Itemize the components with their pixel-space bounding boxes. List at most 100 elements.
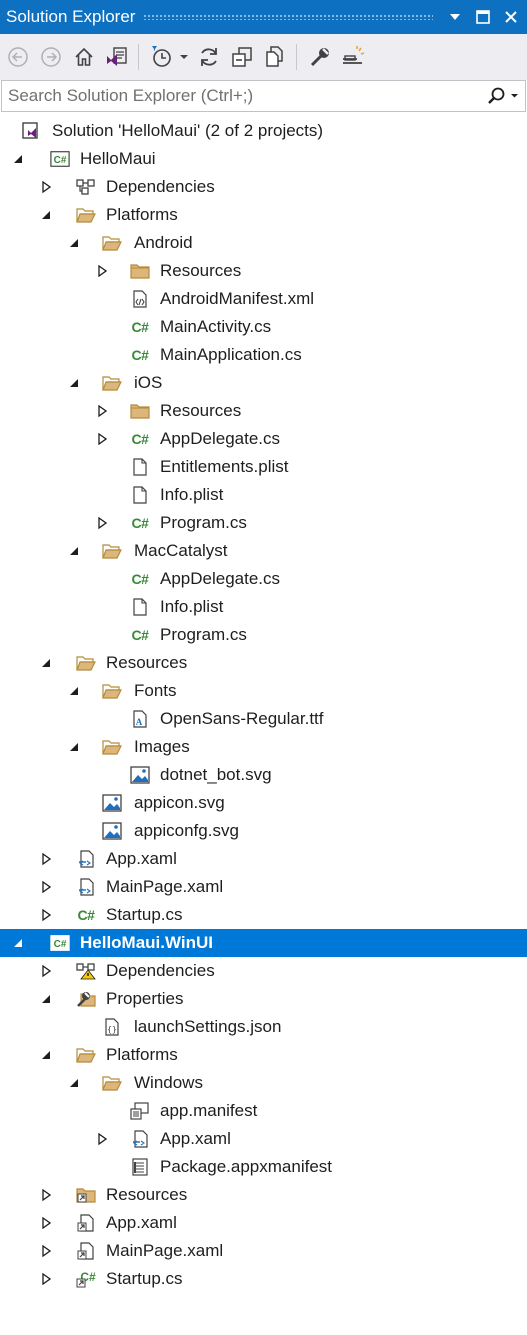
tree-item[interactable]: app.manifest (0, 1097, 527, 1125)
expand-arrow-icon[interactable] (94, 257, 110, 285)
tree-item[interactable]: iOS (0, 369, 527, 397)
drag-grip[interactable] (143, 14, 433, 20)
folder-open-icon (102, 234, 122, 252)
tree-item-label: Resources (106, 653, 188, 672)
pending-changes-filter-icon[interactable] (147, 42, 177, 72)
tree-item[interactable]: MacCatalyst (0, 537, 527, 565)
tree-item[interactable]: C# MainApplication.cs (0, 341, 527, 369)
sync-icon[interactable] (194, 42, 224, 72)
expand-arrow-icon[interactable] (38, 873, 54, 901)
preview-icon[interactable] (338, 42, 368, 72)
tree-item[interactable]: appicon.svg (0, 789, 527, 817)
collapse-arrow-icon[interactable] (66, 733, 82, 761)
close-icon[interactable] (499, 5, 523, 29)
expand-arrow-icon[interactable] (38, 845, 54, 873)
svg-text:C#: C# (54, 939, 67, 950)
tree-item[interactable]: Android (0, 229, 527, 257)
tree-item[interactable]: C# AppDelegate.cs (0, 565, 527, 593)
tree-item[interactable]: Images (0, 733, 527, 761)
tree-item-label: Platforms (106, 1045, 178, 1064)
collapse-arrow-icon[interactable] (38, 1041, 54, 1069)
tree-item[interactable]: Info.plist (0, 593, 527, 621)
tree-item[interactable]: C# Startup.cs (0, 1265, 527, 1293)
tree-item[interactable]: Platforms (0, 201, 527, 229)
dropdown-caret-icon[interactable] (177, 42, 191, 72)
tree-item[interactable]: App.xaml (0, 1125, 527, 1153)
json-file-icon: {} (102, 1018, 122, 1036)
expand-arrow-icon[interactable] (94, 397, 110, 425)
tree-item[interactable]: {} launchSettings.json (0, 1013, 527, 1041)
search-input[interactable] (2, 85, 481, 107)
collapse-arrow-icon[interactable] (10, 145, 26, 173)
collapse-arrow-icon[interactable] (38, 201, 54, 229)
tree-item-label: MainPage.xaml (106, 1241, 224, 1260)
font-file-icon: A (130, 710, 150, 728)
tree-item-label: MainPage.xaml (106, 877, 224, 896)
expand-arrow-icon[interactable] (38, 173, 54, 201)
expand-arrow-icon[interactable] (38, 1265, 54, 1293)
tree-item[interactable]: App.xaml (0, 845, 527, 873)
tree-item[interactable]: Resources (0, 1181, 527, 1209)
search-icon[interactable] (481, 82, 525, 110)
collapse-arrow-icon[interactable] (38, 649, 54, 677)
home-icon[interactable] (69, 42, 99, 72)
tree-item[interactable]: C# AppDelegate.cs (0, 425, 527, 453)
tree-item[interactable]: Solution 'HelloMaui' (2 of 2 projects) (0, 117, 527, 145)
tree-item[interactable]: C# MainActivity.cs (0, 313, 527, 341)
collapse-arrow-icon[interactable] (66, 1069, 82, 1097)
tree-item[interactable]: Fonts (0, 677, 527, 705)
tree-item[interactable]: Resources (0, 257, 527, 285)
tree-item[interactable]: Info.plist (0, 481, 527, 509)
show-all-files-icon[interactable] (260, 42, 290, 72)
tree-item[interactable]: MainPage.xaml (0, 873, 527, 901)
tree-item[interactable]: AndroidManifest.xml (0, 285, 527, 313)
tree-item[interactable]: Platforms (0, 1041, 527, 1069)
tree-item[interactable]: Windows (0, 1069, 527, 1097)
back-icon[interactable] (3, 42, 33, 72)
tree-item[interactable]: MainPage.xaml (0, 1237, 527, 1265)
expand-arrow-icon[interactable] (38, 1209, 54, 1237)
tree-item[interactable]: Dependencies (0, 173, 527, 201)
xaml-file-icon (76, 878, 96, 896)
collapse-arrow-icon[interactable] (66, 677, 82, 705)
linked-file-icon (76, 1214, 96, 1232)
tree-item-label: Startup.cs (106, 1269, 183, 1288)
tree-item[interactable]: C# Program.cs (0, 621, 527, 649)
dropdown-arrow-icon[interactable] (443, 5, 467, 29)
tree-item[interactable]: C# Startup.cs (0, 901, 527, 929)
tree-item[interactable]: C# HelloMaui (0, 145, 527, 173)
expand-arrow-icon[interactable] (94, 425, 110, 453)
tree-item[interactable]: appiconfg.svg (0, 817, 527, 845)
collapse-arrow-icon[interactable] (66, 229, 82, 257)
tree-item[interactable]: C# HelloMaui.WinUI (0, 929, 527, 957)
tree-item[interactable]: Dependencies (0, 957, 527, 985)
expand-arrow-icon[interactable] (38, 1181, 54, 1209)
tree-item[interactable]: dotnet_bot.svg (0, 761, 527, 789)
properties-icon[interactable] (305, 42, 335, 72)
collapse-arrow-icon[interactable] (38, 985, 54, 1013)
tree-item-label: Properties (106, 989, 184, 1008)
properties-folder-icon (76, 990, 96, 1008)
tree-item[interactable]: A OpenSans-Regular.ttf (0, 705, 527, 733)
expand-arrow-icon[interactable] (38, 901, 54, 929)
expand-arrow-icon[interactable] (38, 1237, 54, 1265)
collapse-all-icon[interactable] (227, 42, 257, 72)
tree-item[interactable]: Properties (0, 985, 527, 1013)
tree-item[interactable]: Resources (0, 649, 527, 677)
expand-arrow-icon[interactable] (38, 957, 54, 985)
tree-item[interactable]: C# Program.cs (0, 509, 527, 537)
tree-item[interactable]: Entitlements.plist (0, 453, 527, 481)
tree-item[interactable]: App.xaml (0, 1209, 527, 1237)
collapse-arrow-icon[interactable] (10, 929, 26, 957)
tree-item[interactable]: Resources (0, 397, 527, 425)
tree-item-label: MainApplication.cs (160, 345, 302, 364)
expand-arrow-icon[interactable] (94, 1125, 110, 1153)
folder-open-icon (102, 374, 122, 392)
forward-icon[interactable] (36, 42, 66, 72)
tree-item[interactable]: Package.appxmanifest (0, 1153, 527, 1181)
collapse-arrow-icon[interactable] (66, 369, 82, 397)
switch-views-icon[interactable] (102, 42, 132, 72)
maximize-icon[interactable] (471, 5, 495, 29)
expand-arrow-icon[interactable] (94, 509, 110, 537)
collapse-arrow-icon[interactable] (66, 537, 82, 565)
